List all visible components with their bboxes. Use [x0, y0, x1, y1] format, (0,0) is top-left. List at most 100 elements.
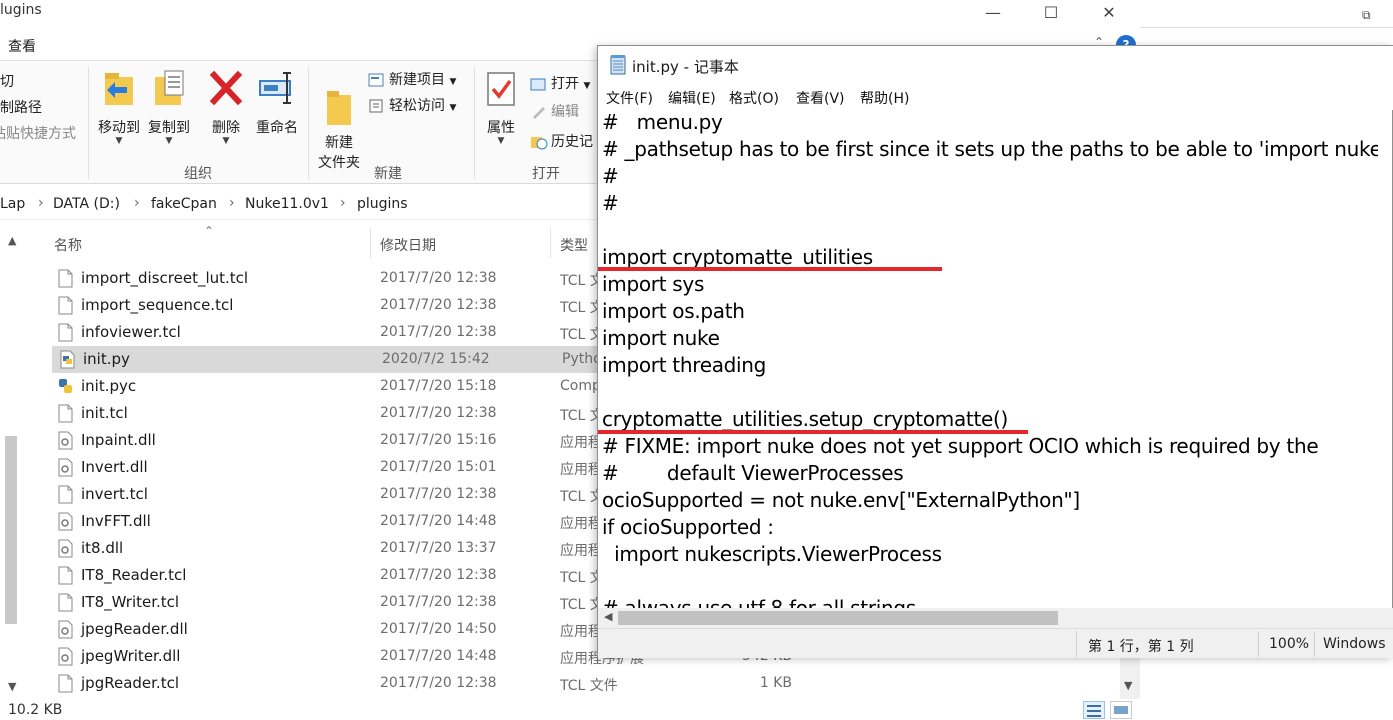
properties-button[interactable]: 属性 ▼	[480, 69, 522, 146]
new-item-icon	[368, 73, 384, 87]
line-ending: Windows	[1323, 636, 1386, 652]
history-button[interactable]: 历史记	[530, 131, 593, 151]
chevron-right-icon[interactable]: ›	[340, 195, 346, 211]
history-icon	[531, 137, 548, 150]
explorer-title: lugins	[0, 2, 42, 18]
delete-button[interactable]: 删除 ▼	[204, 69, 248, 146]
horizontal-scrollbar[interactable]: ◀	[598, 608, 1378, 628]
column-header-name[interactable]: 名称	[54, 235, 82, 255]
menu-format[interactable]: 格式(O)	[729, 88, 779, 108]
menu-file[interactable]: 文件(F)	[606, 88, 653, 108]
menu-edit[interactable]: 编辑(E)	[668, 88, 716, 108]
column-header-modified[interactable]: 修改日期	[380, 235, 436, 255]
edit-icon	[533, 107, 545, 119]
code-line: # FIXME: import nuke does not yet suppor…	[602, 434, 1319, 458]
scroll-left-icon[interactable]: ◀	[604, 610, 612, 623]
text-editor-area[interactable]: # menu.py # _pathsetup has to be first si…	[598, 110, 1378, 610]
breadcrumb-item[interactable]: Lap	[0, 196, 25, 212]
chevron-right-icon[interactable]: ›	[134, 195, 140, 211]
breadcrumb-item[interactable]: DATA (D:)	[53, 196, 120, 212]
column-header-type[interactable]: 类型	[560, 235, 588, 255]
file-date: 2020/7/2 15:42	[382, 351, 490, 367]
restore-icon[interactable]: ⧉	[1362, 8, 1371, 23]
minimize-button[interactable]: —	[970, 0, 1016, 30]
menu-view[interactable]: 查看(V)	[796, 88, 845, 108]
text-file-icon	[58, 269, 73, 288]
easy-access-label: 轻松访问	[389, 98, 445, 114]
history-label: 历史记	[551, 134, 593, 150]
details-view-button[interactable]	[1083, 701, 1105, 719]
column-divider[interactable]	[370, 228, 371, 258]
dll-file-icon	[58, 458, 73, 477]
file-date: 2017/7/20 12:38	[380, 405, 497, 421]
large-icons-view-button[interactable]	[1110, 701, 1132, 719]
code-line: #	[602, 164, 619, 188]
file-name: infoviewer.tcl	[81, 323, 181, 341]
easy-access-button[interactable]: 轻松访问 ▼	[368, 95, 456, 115]
cut-button[interactable]: 切	[0, 71, 14, 91]
maximize-button[interactable]: ☐	[1028, 0, 1074, 30]
copy-to-button[interactable]: 复制到 ▼	[144, 69, 194, 146]
chevron-right-icon[interactable]: ›	[38, 195, 44, 211]
rename-button[interactable]: 重命名	[252, 69, 302, 137]
red-underline-annotation	[598, 267, 942, 271]
file-date: 2017/7/20 14:48	[380, 513, 497, 529]
edit-button[interactable]: 编辑	[530, 101, 579, 121]
ribbon-divider	[474, 67, 475, 179]
dll-file-icon	[58, 431, 73, 450]
notepad-title-bar: init.py - 记事本	[598, 46, 1393, 84]
status-divider	[1076, 631, 1077, 657]
explorer-status-bar: 10.2 KB	[0, 699, 1140, 720]
file-name: init.py	[83, 350, 130, 368]
file-date: 2017/7/20 12:38	[380, 567, 497, 583]
menu-help[interactable]: 帮助(H)	[860, 88, 909, 108]
breadcrumb-item-current[interactable]: plugins	[357, 196, 408, 212]
new-folder-button[interactable]: 新建 文件夹	[314, 69, 364, 193]
group-label-new: 新建	[374, 166, 402, 182]
file-date: 2017/7/20 13:37	[380, 540, 497, 556]
paste-shortcut-button[interactable]: 粘贴快捷方式	[0, 123, 76, 143]
code-line: ocioSupported = not nuke.env["ExternalPy…	[602, 488, 1080, 512]
scroll-down-icon[interactable]: ▼	[8, 680, 16, 693]
selection-size: 10.2 KB	[8, 702, 63, 718]
red-underline-annotation	[598, 430, 1028, 434]
breadcrumb-item[interactable]: Nuke11.0v1	[245, 196, 329, 212]
code-line: cryptomatte_utilities.setup_cryptomatte(…	[602, 407, 1009, 431]
move-to-label: 移动到	[98, 120, 140, 136]
code-line: # menu.py	[602, 110, 723, 134]
new-item-button[interactable]: 新建项目 ▼	[368, 69, 456, 89]
file-type: 应用程	[560, 462, 602, 478]
file-date: 2017/7/20 12:38	[380, 594, 497, 610]
code-line: import sys	[602, 272, 705, 296]
file-date: 2017/7/20 12:38	[380, 486, 497, 502]
open-button[interactable]: 打开 ▼	[530, 73, 590, 93]
breadcrumb-item[interactable]: fakeCpan	[151, 196, 217, 212]
text-file-icon	[58, 593, 73, 612]
chevron-right-icon[interactable]: ›	[229, 195, 235, 211]
nav-scrollbar-thumb[interactable]	[5, 436, 17, 624]
file-date: 2017/7/20 15:18	[380, 378, 497, 394]
dll-file-icon	[58, 512, 73, 531]
scroll-up-icon[interactable]: ▲	[8, 234, 16, 247]
horizontal-scrollbar-thumb[interactable]	[618, 611, 1058, 625]
tab-view[interactable]: 查看	[8, 36, 36, 56]
new-item-label: 新建项目	[389, 72, 445, 88]
file-type: 应用程	[560, 543, 602, 559]
file-name: init.tcl	[81, 404, 128, 422]
file-date: 2017/7/20 12:38	[380, 324, 497, 340]
file-row[interactable]: jpgReader.tcl 2017/7/20 12:38 TCL 文件 1 KB	[50, 670, 1120, 697]
close-button[interactable]: ✕	[1086, 0, 1132, 30]
notepad-menu-bar: 文件(F) 编辑(E) 格式(O) 查看(V) 帮助(H)	[598, 84, 1393, 110]
delete-label: 删除	[212, 120, 240, 136]
column-divider[interactable]	[550, 228, 551, 258]
copy-path-button[interactable]: 制路径	[0, 97, 42, 117]
file-type: Pytho	[562, 351, 602, 367]
text-file-icon	[58, 296, 73, 315]
new-folder-icon	[327, 91, 351, 125]
rename-label: 重命名	[256, 120, 298, 136]
code-line: import nukescripts.ViewerProcess	[602, 542, 942, 566]
move-to-button[interactable]: 移动到 ▼	[94, 69, 144, 146]
scroll-down-icon[interactable]: ▼	[1124, 679, 1132, 692]
dll-file-icon	[58, 620, 73, 639]
dll-file-icon	[58, 539, 73, 558]
